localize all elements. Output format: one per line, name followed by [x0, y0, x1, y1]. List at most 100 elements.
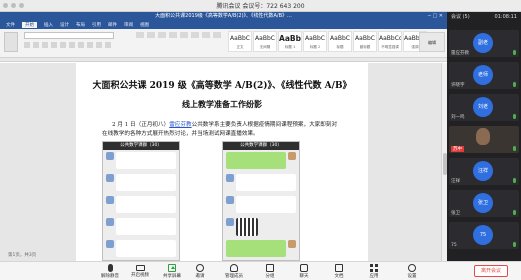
menu-item[interactable]: 设计	[60, 22, 69, 28]
style-option[interactable]: AaBbC 标题	[328, 31, 352, 52]
participant-avatar: 刘老	[473, 97, 493, 117]
style-label: 标题 2	[309, 45, 321, 49]
doc-title: 大面积公共课 2019 级《高等数学 A/B(2)》、《线性代数 A/B》	[92, 81, 352, 91]
document-page[interactable]: 大面积公共课 2019 级《高等数学 A/B(2)》、《线性代数 A/B》 线上…	[76, 63, 368, 261]
style-option[interactable]: AaBbC 标题 2	[303, 31, 327, 52]
page-indicator: 第1页，共3页	[8, 253, 37, 258]
camera-icon	[135, 265, 145, 271]
word-window-controls[interactable]: ─ □ ✕	[428, 12, 443, 21]
chat-message	[106, 152, 176, 171]
style-label: 不明显强调	[381, 45, 399, 49]
participant-tile[interactable]: 苏中	[449, 126, 519, 153]
toolbar-button[interactable]: 开启视频	[127, 264, 153, 278]
style-label: 副标题	[359, 45, 371, 49]
participant-tile[interactable]: 汪祥 汪祥	[449, 158, 519, 185]
word-title-bar: 大面积公共课2019级《高等数学A/B(2)》、《线性代数A/B》... ─ □…	[0, 12, 447, 21]
style-option[interactable]: AaBb 标题 1	[278, 31, 302, 52]
paste-icon[interactable]	[4, 32, 18, 52]
word-menu-bar: 文件 开始 插入 设计 布局 引用 邮件 审阅 视图	[0, 21, 447, 29]
participant-tile[interactable]: 老师 许晓宇	[449, 62, 519, 89]
word-ribbon: AaBbC 正文 AaBbC 无间隔 AaBb 标题 1 AaBbC 标题 2 AaBbC 标题 A…	[0, 29, 447, 58]
toolbar-button[interactable]: 共享屏幕	[159, 264, 185, 279]
chat-message	[226, 174, 296, 193]
menu-item[interactable]: 视图	[140, 22, 149, 28]
menu-item[interactable]: 审阅	[124, 22, 133, 28]
chat-header-left: 公共数学课群（30）	[103, 142, 179, 150]
style-option[interactable]: AaBbCcD 不明显强调	[378, 31, 402, 52]
toolbar-label: 开启视频	[131, 273, 149, 278]
toolbar-button[interactable]: 聊天	[291, 264, 317, 279]
meeting-toolbar: 离开会议 解除静音 开启视频 共享屏幕 邀请 管理成员 分组 聊天 文档 应用 设置	[0, 261, 521, 280]
mic-icon	[513, 114, 516, 119]
participant-tile[interactable]: 副老 雷应芬教	[449, 30, 519, 57]
participant-tile[interactable]: 张卫 张卫	[449, 190, 519, 217]
meeting-title: 腾讯会议 会议号：722 643 200	[216, 3, 305, 10]
toolbar-button[interactable]: 邀请	[187, 264, 213, 279]
style-preview: AaBbC	[330, 35, 350, 42]
toolbar-label: 应用	[369, 274, 379, 279]
para-link[interactable]: 雷应芬教	[169, 122, 191, 128]
chat-message	[106, 174, 176, 193]
paragraph-group	[136, 32, 224, 52]
participant-tile[interactable]: 刘老 刘一鸣	[449, 94, 519, 121]
paragraph-buttons[interactable]	[136, 32, 224, 38]
participant-header: 会议 (5) 01:08:11	[447, 12, 521, 23]
participant-avatar: 张卫	[473, 193, 493, 213]
para-prefix: 2 月 1 日（正月初八）	[112, 122, 170, 128]
share-screen-icon	[168, 264, 176, 272]
apps-icon	[370, 264, 378, 272]
chat-message	[226, 196, 296, 215]
toolbar-label: 共享屏幕	[163, 274, 181, 279]
toolbar-label: 邀请	[195, 274, 205, 279]
chat-message	[226, 152, 296, 171]
chat-screenshot-right: 公共数学课群（30）	[222, 141, 300, 261]
mic-icon	[513, 210, 516, 215]
style-label: 标题	[336, 45, 344, 49]
style-option[interactable]: AaBbC 无间隔	[253, 31, 277, 52]
menu-item[interactable]: 引用	[92, 22, 101, 28]
participant-avatar: 副老	[473, 33, 493, 53]
style-preview: AaBbC	[255, 35, 275, 42]
toolbar-button[interactable]: 设置	[399, 264, 425, 279]
toolbar-button[interactable]: 文档	[326, 264, 352, 279]
font-format-buttons[interactable]	[24, 42, 128, 48]
toolbar-label: 解除静音	[101, 274, 119, 279]
style-option[interactable]: AaBbC 副标题	[353, 31, 377, 52]
font-name-input[interactable]	[24, 32, 114, 39]
participant-avatar: 汪祥	[473, 161, 493, 181]
toolbar-button[interactable]: 应用	[361, 264, 387, 279]
chat-message	[106, 218, 176, 237]
style-preview: AaBbC	[230, 35, 250, 42]
leave-meeting-button[interactable]: 离开会议	[474, 265, 508, 277]
menu-item[interactable]: 文件	[6, 22, 15, 28]
toolbar-button[interactable]: 解除静音	[97, 264, 123, 279]
chat-message	[106, 196, 176, 215]
chat-message	[106, 240, 176, 259]
doc-paragraph: 2 月 1 日（正月初八）雷应芬教公共数学系主要负责人根据疫情期间课程预案，大家…	[102, 121, 342, 139]
shared-screen: 大面积公共课2019级《高等数学A/B(2)》、《线性代数A/B》... ─ □…	[0, 12, 447, 261]
group-icon	[266, 264, 274, 272]
participant-name: 张卫	[451, 211, 460, 216]
participant-count: 会议 (5)	[451, 14, 470, 20]
ruler	[0, 58, 447, 62]
meeting-title-bar: 腾讯会议 会议号：722 643 200	[0, 0, 521, 12]
participant-name: 汪祥	[451, 179, 460, 184]
mic-icon	[513, 242, 516, 247]
toolbar-label: 文档	[334, 274, 344, 279]
toolbar-button[interactable]: 分组	[257, 264, 283, 279]
menu-item[interactable]: 邮件	[108, 22, 117, 28]
toolbar-label: 聊天	[299, 274, 309, 279]
menu-item[interactable]: 布局	[76, 22, 85, 28]
invite-icon	[196, 264, 204, 272]
style-preview: AaBbC	[305, 35, 325, 42]
participant-tile[interactable]: 75 75	[449, 222, 519, 249]
chat-message	[226, 218, 296, 237]
toolbar-label: 管理成员	[225, 274, 243, 279]
style-option[interactable]: AaBbC 正文	[228, 31, 252, 52]
menu-item[interactable]: 开始	[22, 22, 37, 28]
edit-group[interactable]: 编辑	[419, 32, 445, 52]
mic-icon	[513, 146, 516, 151]
toolbar-button[interactable]: 管理成员	[221, 264, 247, 279]
chat-message	[226, 240, 296, 259]
menu-item[interactable]: 插入	[44, 22, 53, 28]
